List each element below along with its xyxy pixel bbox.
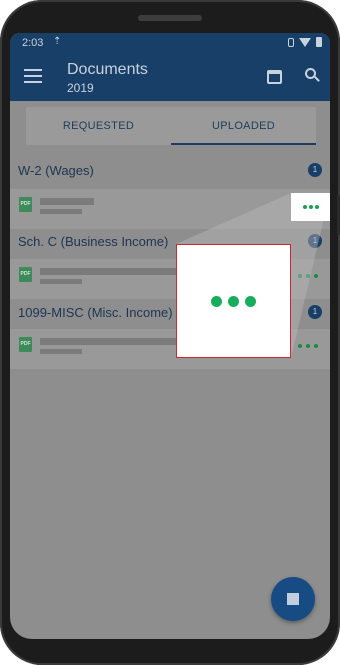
stop-icon [287, 593, 299, 605]
zoom-callout-more-options-icon [176, 244, 291, 358]
screen: 2:03 ⇡ Documents 2019 REQUESTED UPLOADED… [10, 33, 330, 639]
speaker-grille [138, 15, 202, 21]
floating-action-button[interactable] [271, 577, 315, 621]
phone-frame: 2:03 ⇡ Documents 2019 REQUESTED UPLOADED… [0, 0, 340, 665]
more-options-button[interactable] [291, 193, 330, 221]
